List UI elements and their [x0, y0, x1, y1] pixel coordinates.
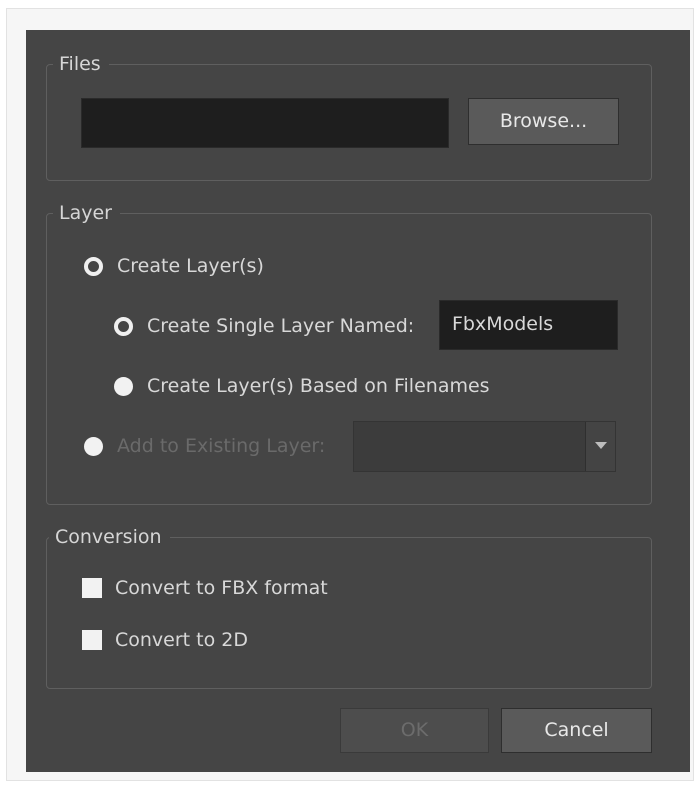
- create-layers-filenames-label: Create Layer(s) Based on Filenames: [147, 375, 490, 397]
- layer-group-label: Layer: [53, 201, 120, 225]
- create-single-layer-radio[interactable]: [114, 317, 133, 336]
- convert-2d-checkbox[interactable]: [82, 630, 102, 650]
- convert-2d-label: Convert to 2D: [115, 629, 248, 651]
- file-path-field[interactable]: [81, 98, 449, 148]
- single-layer-name-field[interactable]: FbxModels: [439, 300, 618, 350]
- create-layers-label: Create Layer(s): [117, 255, 264, 277]
- layer-group: Layer Create Layer(s) Create Single Laye…: [46, 201, 652, 505]
- conversion-group: Conversion Convert to FBX format Convert…: [46, 525, 652, 689]
- cancel-button[interactable]: Cancel: [501, 708, 652, 753]
- convert-fbx-checkbox[interactable]: [82, 578, 102, 598]
- chevron-down-icon: [595, 442, 607, 449]
- files-group: Files Browse...: [46, 52, 652, 181]
- existing-layer-dropdown[interactable]: [353, 421, 616, 472]
- ok-button[interactable]: OK: [340, 708, 489, 753]
- add-existing-layer-label: Add to Existing Layer:: [117, 435, 326, 457]
- convert-fbx-label: Convert to FBX format: [115, 577, 328, 599]
- conversion-group-label: Conversion: [49, 525, 170, 549]
- import-dialog: Files Browse... Layer Create Layer(s) Cr…: [26, 30, 690, 772]
- browse-button[interactable]: Browse...: [468, 98, 619, 145]
- create-layers-radio[interactable]: [84, 257, 103, 276]
- create-layers-filenames-radio[interactable]: [114, 377, 133, 396]
- dropdown-arrow[interactable]: [585, 422, 615, 471]
- create-single-layer-label: Create Single Layer Named:: [147, 315, 415, 337]
- add-existing-layer-radio[interactable]: [84, 437, 103, 456]
- files-group-label: Files: [53, 52, 109, 76]
